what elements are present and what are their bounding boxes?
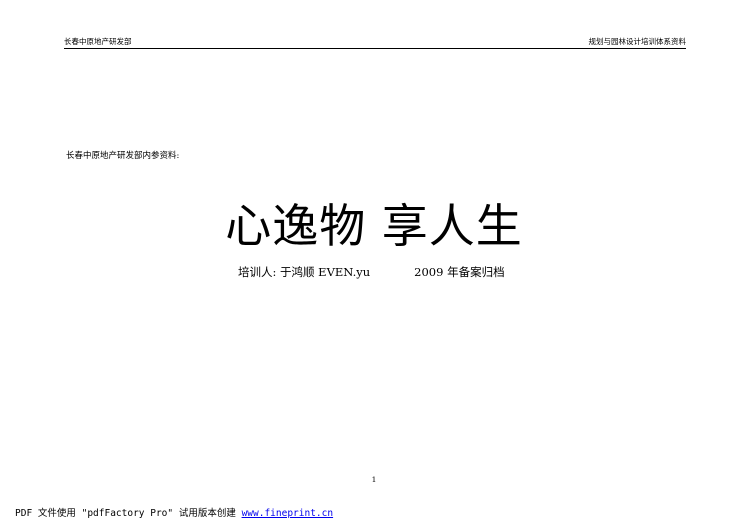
archive-info: 2009 年备案归档: [414, 265, 505, 279]
header-divider: [64, 48, 686, 49]
footer-link[interactable]: www.fineprint.cn: [242, 508, 334, 519]
trainer-info: 培训人: 于鸿顺 EVEN.yu: [238, 265, 371, 279]
header-organization: 长春中原地产研发部: [64, 37, 132, 46]
subtitle-line: 培训人: 于鸿顺 EVEN.yu 2009 年备案归档: [238, 264, 505, 280]
header-document-series: 规划与园林设计培训体系资料: [588, 37, 687, 46]
document-title: 心逸物 享人生: [225, 199, 523, 253]
page-number: 1: [371, 475, 377, 484]
document-page: 长春中原地产研发部 规划与园林设计培训体系资料 长春中原地产研发部内参资料: 心…: [0, 0, 748, 528]
pdf-footer: PDF 文件使用 "pdfFactory Pro" 试用版本创建 www.fin…: [15, 507, 333, 520]
footer-text: PDF 文件使用 "pdfFactory Pro" 试用版本创建: [15, 508, 242, 519]
intro-line: 长春中原地产研发部内参资料:: [66, 151, 180, 161]
